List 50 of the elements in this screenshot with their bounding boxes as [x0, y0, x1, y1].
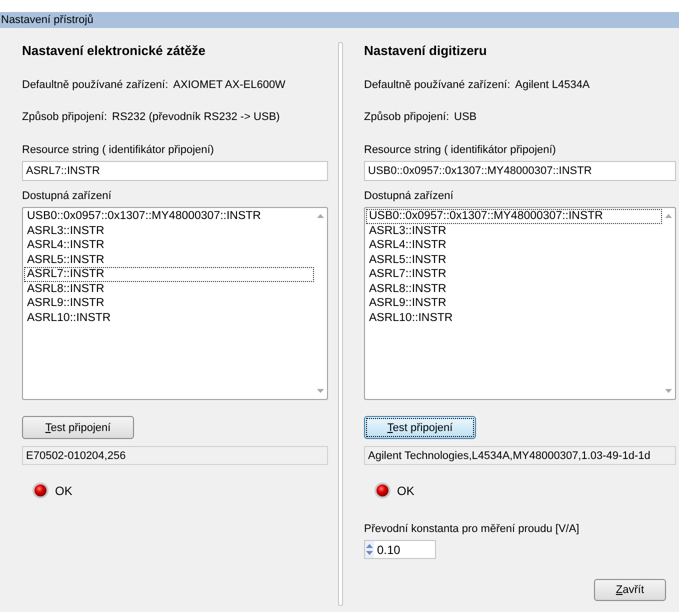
info-value: RS232 (převodník RS232 -> USB) — [112, 111, 280, 125]
list-item[interactable]: ASRL4::INSTR — [24, 238, 314, 252]
section-heading: Nastavení elektronické zátěže — [22, 43, 207, 60]
window-title: Nastavení přístrojů — [0, 12, 679, 28]
status-text: OK — [55, 484, 72, 498]
list-label: Dostupná zařízení — [22, 190, 112, 204]
info-value: USB — [454, 111, 477, 125]
list-item[interactable]: ASRL5::INSTR — [24, 252, 314, 267]
info-label: Způsob připojení: — [22, 111, 107, 125]
close-button[interactable]: Zavřít — [594, 579, 666, 601]
spin-down-icon[interactable] — [366, 551, 373, 555]
test-connection-button[interactable]: Test připojení — [364, 416, 476, 439]
info-label: Defaultně používané zařízení: — [22, 79, 168, 93]
list-item[interactable]: USB0::0x0957::0x1307::MY48000307::INSTR — [24, 209, 314, 224]
list-item[interactable]: ASRL3::INSTR — [366, 224, 662, 238]
scroll-up-icon[interactable] — [665, 214, 672, 218]
constant-spinner[interactable]: 0.10 — [364, 540, 436, 559]
test-connection-button[interactable]: Test připojení — [22, 416, 134, 439]
list-item[interactable]: ASRL8::INSTR — [24, 282, 314, 296]
list-item[interactable]: ASRL5::INSTR — [366, 252, 662, 267]
scroll-up-icon[interactable] — [317, 214, 324, 218]
info-value: Agilent L4534A — [515, 79, 590, 93]
list-item[interactable]: ASRL9::INSTR — [24, 296, 314, 310]
list-item[interactable]: ASRL3::INSTR — [24, 224, 314, 238]
response-field: Agilent Technologies,L4534A,MY48000307,1.03-49-1d-1d — [364, 446, 676, 465]
list-item[interactable]: ASRL10::INSTR — [24, 310, 314, 325]
info-label: Způsob připojení: — [364, 111, 449, 125]
info-value: AXIOMET AX-EL600W — [173, 79, 286, 93]
field-label: Resource string ( identifikátor připojení) — [22, 144, 215, 158]
resource-field[interactable]: ASRL7::INSTR — [22, 161, 328, 181]
field-label: Resource string ( identifikátor připojení) — [364, 144, 557, 158]
status-led-icon — [32, 482, 49, 499]
list-item[interactable]: USB0::0x0957::0x1307::MY48000307::INSTR — [366, 209, 662, 224]
status-text: OK — [397, 484, 414, 498]
list-label: Dostupná zařízení — [364, 190, 454, 204]
spin-up-icon[interactable] — [366, 544, 373, 548]
list-item[interactable]: ASRL10::INSTR — [366, 310, 662, 325]
scroll-down-icon[interactable] — [317, 389, 324, 393]
list-item[interactable]: ASRL9::INSTR — [366, 296, 662, 310]
list-item[interactable]: ASRL7::INSTR — [24, 267, 314, 282]
info-label: Defaultně používané zařízení: — [364, 79, 510, 93]
section-heading: Nastavení digitizeru — [364, 43, 488, 60]
response-field: E70502-010204,256 — [22, 446, 328, 465]
scroll-down-icon[interactable] — [665, 389, 672, 393]
list-item[interactable]: ASRL8::INSTR — [366, 282, 662, 296]
list-item[interactable]: ASRL4::INSTR — [366, 238, 662, 252]
constant-label: Převodní konstanta pro měření proudu [V/A] — [364, 523, 580, 535]
list-item[interactable]: ASRL7::INSTR — [366, 267, 662, 282]
resource-field[interactable]: USB0::0x0957::0x1307::MY48000307::INSTR — [364, 161, 676, 181]
status-led-icon — [374, 482, 391, 499]
